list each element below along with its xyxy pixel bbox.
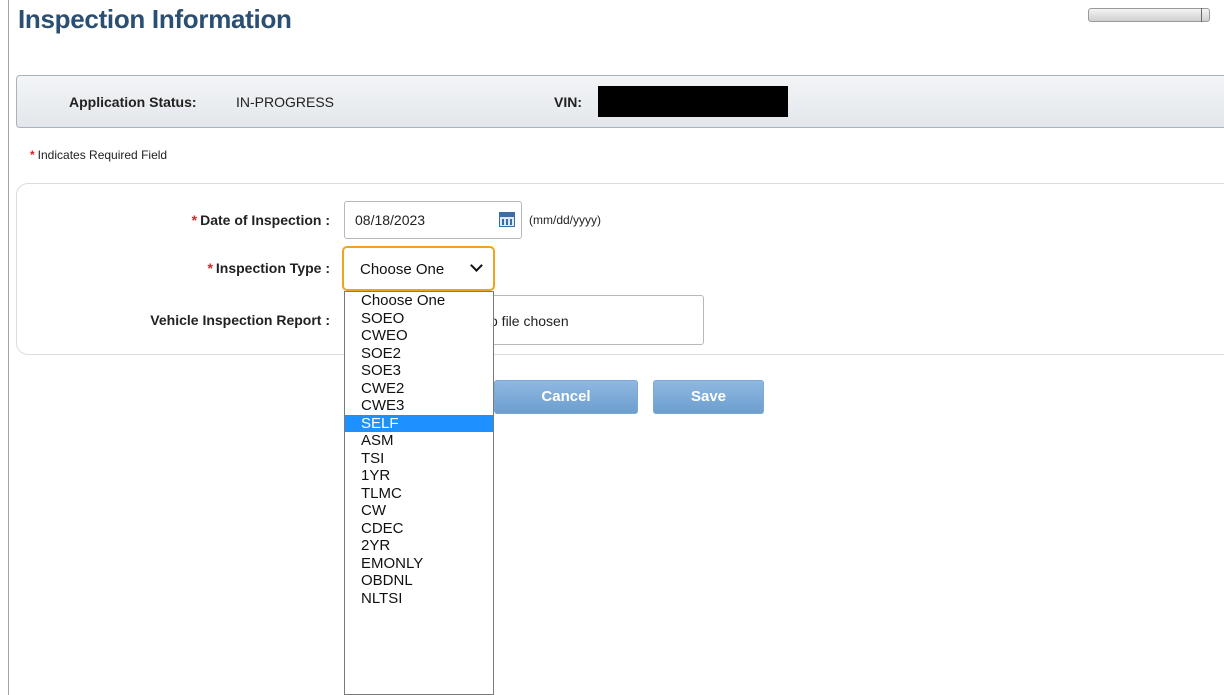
dropdown-option[interactable]: SOE3 xyxy=(345,362,493,380)
vin-redacted-value xyxy=(598,86,788,117)
calendar-icon[interactable] xyxy=(499,212,515,227)
date-label-text: Date of Inspection : xyxy=(200,212,330,228)
required-field-note: * Indicates Required Field xyxy=(30,148,167,162)
dropdown-option[interactable]: CWEO xyxy=(345,327,493,345)
date-of-inspection-label: * Date of Inspection : xyxy=(0,212,330,228)
dropdown-option[interactable]: TSI xyxy=(345,450,493,468)
application-status-label: Application Status: xyxy=(69,94,197,110)
application-status-value: IN-PROGRESS xyxy=(236,94,335,110)
required-star-icon: * xyxy=(30,148,35,162)
inspection-type-select[interactable]: Choose One xyxy=(342,246,495,291)
file-chosen-status: o file chosen xyxy=(490,313,569,329)
required-note-text: Indicates Required Field xyxy=(37,148,168,162)
vehicle-inspection-report-label: Vehicle Inspection Report : xyxy=(150,312,330,328)
inspection-type-label-text: Inspection Type : xyxy=(215,260,330,276)
dropdown-option[interactable]: SOE2 xyxy=(345,345,493,363)
dropdown-option[interactable]: OBDNL xyxy=(345,572,493,590)
page-frame-border xyxy=(8,0,9,695)
dropdown-option[interactable]: EMONLY xyxy=(345,555,493,573)
dropdown-option[interactable]: 1YR xyxy=(345,467,493,485)
application-status-bar: Application Status: IN-PROGRESS VIN: xyxy=(16,75,1224,128)
top-right-button[interactable] xyxy=(1088,8,1210,22)
required-star-icon: * xyxy=(191,212,198,228)
dropdown-option[interactable]: ASM xyxy=(345,432,493,450)
inspection-type-label: * Inspection Type : xyxy=(0,260,330,276)
dropdown-option[interactable]: NLTSI xyxy=(345,590,493,608)
vin-label: VIN: xyxy=(554,94,582,110)
date-of-inspection-input[interactable] xyxy=(344,201,522,239)
dropdown-option[interactable]: Choose One xyxy=(345,292,493,310)
dropdown-option[interactable]: CWE2 xyxy=(345,380,493,398)
cancel-button[interactable]: Cancel xyxy=(494,380,638,414)
dropdown-option[interactable]: SOEO xyxy=(345,310,493,328)
dropdown-option[interactable]: SELF xyxy=(345,414,493,432)
dropdown-option[interactable]: CWE3 xyxy=(345,397,493,415)
inspection-type-dropdown-list[interactable]: Choose One SOEO CWEO SOE2 SOE3 CWE2 CWE3 SELF AS… xyxy=(344,291,494,695)
dropdown-option[interactable]: 2YR xyxy=(345,537,493,555)
dropdown-option[interactable]: CDEC xyxy=(345,520,493,538)
top-right-divider xyxy=(1201,8,1202,22)
dropdown-option[interactable]: CW xyxy=(345,502,493,520)
required-star-icon: * xyxy=(207,260,213,276)
dropdown-option[interactable]: TLMC xyxy=(345,485,493,503)
chevron-down-icon xyxy=(470,259,483,272)
save-button[interactable]: Save xyxy=(653,380,764,414)
page-title: Inspection Information xyxy=(18,4,292,34)
date-format-hint: (mm/dd/yyyy) xyxy=(529,213,601,227)
inspection-type-selected-value: Choose One xyxy=(360,261,445,278)
